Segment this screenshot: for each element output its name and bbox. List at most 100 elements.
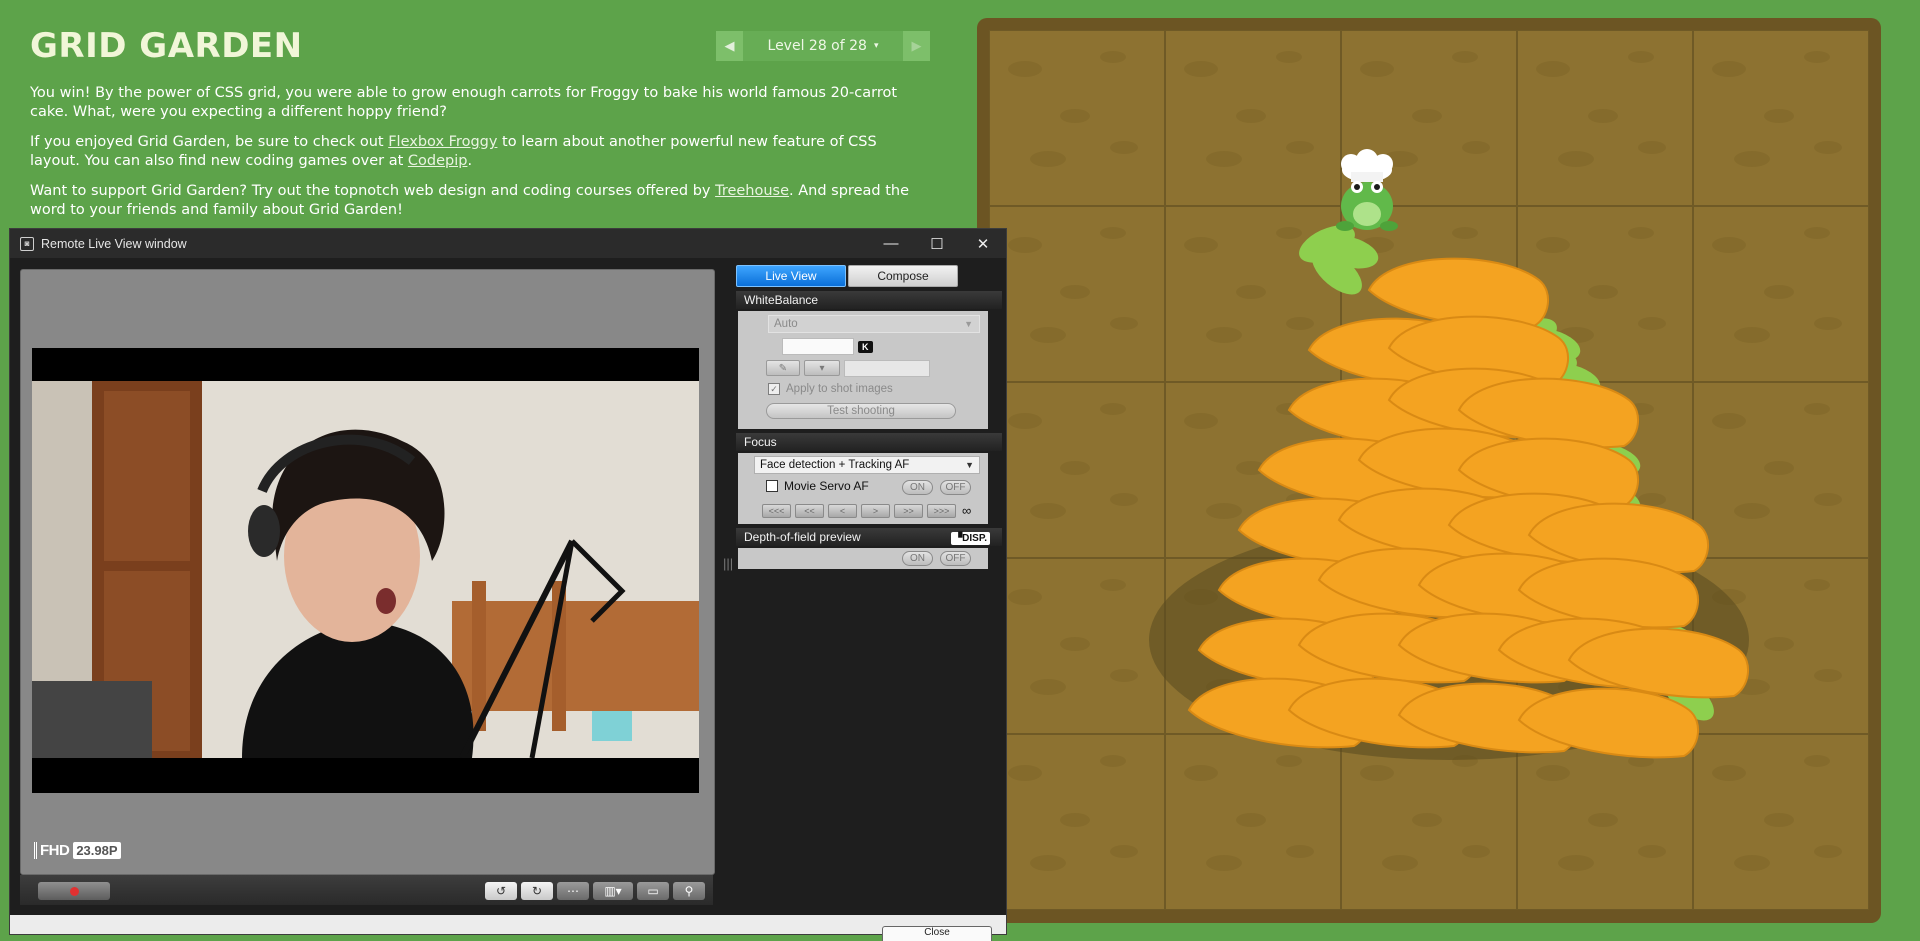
checkbox-unchecked-icon xyxy=(766,480,778,492)
rotate-left-icon: ↺ xyxy=(495,884,507,898)
focus-section: Face detection + Tracking AF ▼ Movie Ser… xyxy=(738,453,988,524)
camera-feed-image xyxy=(32,381,699,758)
game-title: GRID GARDEN xyxy=(30,26,303,66)
level-navigation: ◀ Level 28 of 28 ▾ ▶ xyxy=(716,31,930,61)
level-indicator[interactable]: Level 28 of 28 ▾ xyxy=(743,31,903,61)
eyedropper-button[interactable]: ✎ xyxy=(766,360,800,376)
instructions: You win! By the power of CSS grid, you w… xyxy=(30,84,930,231)
minimize-icon: — xyxy=(883,235,899,252)
af-mode-select[interactable]: Face detection + Tracking AF ▼ xyxy=(754,456,980,474)
movie-servo-on-button[interactable]: ON xyxy=(902,480,933,495)
triangle-left-icon: ◀ xyxy=(724,38,735,54)
panel-splitter-handle[interactable]: ||| xyxy=(723,556,733,571)
maximize-icon: ☐ xyxy=(930,235,944,253)
movie-servo-off-button[interactable]: OFF xyxy=(940,480,971,495)
movie-servo-af-checkbox[interactable]: Movie Servo AF xyxy=(766,479,869,493)
rotate-left-button[interactable]: ↺ xyxy=(485,882,517,900)
camera-app-icon: ◙ xyxy=(20,236,34,251)
apply-to-shot-images-label: Apply to shot images xyxy=(786,383,893,395)
chevron-down-icon: ▼ xyxy=(964,319,973,329)
level-label: Level 28 of 28 xyxy=(767,38,867,54)
remote-live-view-window: ◙ Remote Live View window — ☐ ✕ FHD 23.9… xyxy=(10,229,1006,941)
tab-live-view[interactable]: Live View xyxy=(736,265,846,287)
disp-button[interactable]: ▝DISP. xyxy=(951,532,990,545)
apply-to-shot-images-checkbox[interactable]: ✓ Apply to shot images xyxy=(768,383,893,395)
zoom-button[interactable]: ⚲ xyxy=(673,882,705,900)
white-balance-select[interactable]: Auto ▼ xyxy=(768,315,980,333)
triangle-right-icon: ▶ xyxy=(911,38,922,54)
promo-text-3: . xyxy=(467,153,473,169)
grid-icon: ⋯ xyxy=(567,884,579,898)
caret-down-icon: ▾ xyxy=(873,41,879,51)
focus-far-medium-button[interactable]: >> xyxy=(894,503,923,518)
test-shooting-button[interactable]: Test shooting xyxy=(766,403,956,419)
recording-format-badges: FHD 23.98P xyxy=(34,842,121,859)
rotate-right-icon: ↻ xyxy=(531,884,543,898)
live-view-display[interactable]: FHD 23.98P xyxy=(20,269,715,875)
focus-near-small-button[interactable]: < xyxy=(828,503,857,518)
dof-off-button[interactable]: OFF xyxy=(940,551,971,566)
focus-far-large-button[interactable]: >>> xyxy=(927,503,956,518)
window-bottom-bar: Close xyxy=(10,915,1006,941)
chef-frog-icon xyxy=(1336,149,1398,231)
minimize-button[interactable]: — xyxy=(868,229,914,258)
white-balance-section: Auto ▼ K ✎ ▾ ✓ Apply to shot images Test… xyxy=(738,311,988,429)
movie-servo-af-label: Movie Servo AF xyxy=(784,479,869,493)
record-button[interactable] xyxy=(38,882,110,900)
viewer-tool-buttons: ↺ ↻ ⋯ ▥▾ ▭ ⚲ xyxy=(485,882,705,900)
kelvin-input[interactable] xyxy=(782,338,854,355)
kelvin-badge: K xyxy=(858,341,873,353)
magnifier-icon: ⚲ xyxy=(684,884,694,898)
promo-message: If you enjoyed Grid Garden, be sure to c… xyxy=(30,133,930,171)
garden-board xyxy=(977,18,1881,923)
tab-compose[interactable]: Compose xyxy=(848,265,958,287)
image-icon: ▭ xyxy=(647,884,659,898)
window-titlebar[interactable]: ◙ Remote Live View window — ☐ ✕ xyxy=(10,229,1006,258)
settings-panel: Live View Compose WhiteBalance Auto ▼ K … xyxy=(736,265,1002,569)
dof-preview-section: ON OFF xyxy=(738,548,988,569)
next-level-button[interactable]: ▶ xyxy=(903,31,930,61)
fhd-badge: FHD xyxy=(34,842,70,859)
codepip-link[interactable]: Codepip xyxy=(408,153,468,169)
aspect-ratio-button[interactable]: ▥▾ xyxy=(593,882,633,900)
image-view-button[interactable]: ▭ xyxy=(637,882,669,900)
wb-preset-select[interactable]: ▾ xyxy=(804,360,840,376)
focus-heading: Focus xyxy=(736,433,1002,451)
treehouse-link[interactable]: Treehouse xyxy=(715,183,789,199)
camera-feed xyxy=(32,348,699,793)
focus-step-buttons: <<< << < > >> >>> ∞ xyxy=(762,503,971,518)
close-button[interactable]: ✕ xyxy=(960,229,1006,258)
flexbox-froggy-link[interactable]: Flexbox Froggy xyxy=(388,134,497,150)
dof-on-button[interactable]: ON xyxy=(902,551,933,566)
close-icon: ✕ xyxy=(976,235,990,253)
af-mode-value: Face detection + Tracking AF xyxy=(760,459,910,471)
chevron-down-icon: ▾ xyxy=(819,362,825,374)
carrot-cake-illustration xyxy=(1149,149,1749,760)
panel-tabs: Live View Compose xyxy=(736,265,1002,287)
eyedropper-icon: ✎ xyxy=(778,362,788,374)
record-icon xyxy=(69,886,79,896)
promo-text-1: If you enjoyed Grid Garden, be sure to c… xyxy=(30,134,389,150)
aspect-ratio-icon: ▥▾ xyxy=(604,884,622,898)
white-balance-heading: WhiteBalance xyxy=(736,291,1002,309)
win-message-text: You win! By the power of CSS grid, you w… xyxy=(30,85,898,120)
infinity-icon: ∞ xyxy=(962,503,972,518)
window-controls: — ☐ ✕ xyxy=(868,229,1006,258)
win-message: You win! By the power of CSS grid, you w… xyxy=(30,84,930,122)
checkbox-checked-icon: ✓ xyxy=(768,383,780,395)
support-text-1: Want to support Grid Garden? Try out the… xyxy=(30,183,716,199)
previous-level-button[interactable]: ◀ xyxy=(716,31,743,61)
wb-value-input[interactable] xyxy=(844,360,930,377)
focus-near-medium-button[interactable]: << xyxy=(795,503,824,518)
white-balance-value: Auto xyxy=(774,318,798,330)
focus-far-small-button[interactable]: > xyxy=(861,503,890,518)
maximize-button[interactable]: ☐ xyxy=(914,229,960,258)
disp-label: DISP. xyxy=(962,533,987,544)
rotate-right-button[interactable]: ↻ xyxy=(521,882,553,900)
grid-overlay-button[interactable]: ⋯ xyxy=(557,882,589,900)
window-title: Remote Live View window xyxy=(41,236,187,251)
camera-icon: ▝ xyxy=(954,533,963,544)
focus-near-large-button[interactable]: <<< xyxy=(762,503,791,518)
viewer-toolbar: ↺ ↻ ⋯ ▥▾ ▭ ⚲ xyxy=(20,875,713,905)
support-message: Want to support Grid Garden? Try out the… xyxy=(30,182,930,220)
